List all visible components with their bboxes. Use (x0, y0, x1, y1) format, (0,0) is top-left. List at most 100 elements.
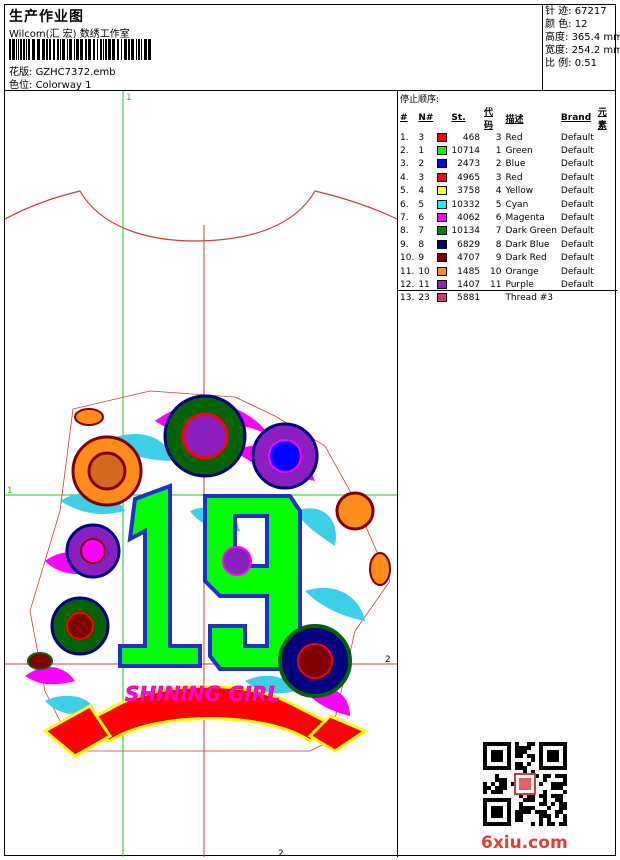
stitch-count: 4062 (457, 213, 481, 224)
color-swatch (437, 226, 448, 236)
thread-row: 11. 10 1485 10 Orange Default (398, 265, 617, 278)
color-description: Yellow (505, 186, 534, 197)
canvas-divider (397, 291, 398, 857)
color-description: Blue (505, 159, 526, 170)
needle-number: 23 (418, 293, 430, 304)
color-swatch (437, 199, 448, 209)
brand: Default (560, 279, 594, 290)
element (596, 171, 617, 184)
color-code: 1 (495, 146, 502, 157)
header-divider-vertical (542, 5, 543, 90)
color-code (482, 292, 503, 305)
color-swatch (437, 159, 448, 169)
brand: Default (560, 132, 594, 143)
thread-table: # N# St. 代码 描述 Brand 元素 1. 3 468 3 Red Defaul… (398, 105, 617, 305)
color-code: 7 (495, 226, 502, 237)
color-description: Magenta (505, 213, 545, 224)
color-swatch (437, 253, 448, 263)
row-index: 6. (400, 199, 409, 210)
needle-number: 6 (418, 213, 425, 224)
thread-row: 2. 1 10714 1 Green Default (398, 144, 617, 157)
stat-stitches: 针 迹: 67217 (545, 6, 607, 17)
color-swatch (437, 146, 448, 156)
brand (559, 292, 596, 305)
color-code: 8 (495, 239, 502, 250)
stitch-count: 10134 (451, 226, 481, 237)
color-swatch (437, 132, 448, 142)
qr-code-image (483, 742, 567, 826)
brand: Default (560, 226, 594, 237)
element (596, 252, 617, 265)
color-description: Dark Green (505, 226, 557, 237)
thread-row: 9. 8 6829 8 Dark Blue Default (398, 238, 617, 251)
row-index: 12. (400, 279, 415, 290)
stitch-count: 4707 (457, 253, 481, 264)
color-description: Dark Red (505, 253, 547, 264)
thread-row: 10. 9 4707 9 Dark Red Default (398, 252, 617, 265)
color-code: 9 (495, 253, 502, 264)
brand: Default (560, 199, 594, 210)
color-description: Cyan (505, 199, 529, 210)
element (596, 278, 617, 291)
company-name: Wilcom(汇 宏) 数绣工作室 (9, 29, 130, 40)
thread-row: 4. 3 4965 3 Red Default (398, 171, 617, 184)
element (596, 198, 617, 211)
brand: Default (560, 146, 594, 157)
barcode-image (9, 39, 151, 60)
thread-row: 6. 5 10332 5 Cyan Default (398, 198, 617, 211)
element (596, 131, 617, 144)
color-swatch (437, 172, 448, 182)
color-code: 11 (489, 279, 502, 290)
brand: Default (560, 186, 594, 197)
row-index: 11. (400, 266, 415, 277)
thread-row: 7. 6 4062 6 Magenta Default (398, 211, 617, 224)
stat-height: 高度: 365.4 mm (545, 32, 620, 43)
color-code: 5 (495, 199, 502, 210)
element (596, 158, 617, 171)
row-index: 13. (400, 293, 415, 304)
embroidery-design-canvas: 19 SHINING GIRL (5, 91, 397, 857)
color-description: Red (505, 172, 523, 183)
color-swatch (437, 293, 448, 303)
brand: Default (560, 213, 594, 224)
element (596, 265, 617, 278)
colorway-row: 色位: Colorway 1 (9, 76, 91, 91)
color-description: Purple (505, 279, 534, 290)
stop-sequence-panel: 停止顺序: # N# St. 代码 描述 Brand 元素 1. 3 468 3 Red… (397, 91, 617, 303)
needle-number: 3 (418, 172, 425, 183)
brand: Default (560, 239, 594, 250)
stitch-count: 1407 (457, 279, 481, 290)
element (596, 238, 617, 251)
color-code: 4 (495, 186, 502, 197)
color-code: 6 (495, 213, 502, 224)
row-index: 10. (400, 253, 415, 264)
needle-number: 3 (418, 132, 425, 143)
needle-number: 7 (418, 226, 425, 237)
brand: Default (560, 159, 594, 170)
guide-label-left: 1 (7, 486, 13, 496)
guide-label-bottom: 2 (278, 849, 284, 857)
guide-label-right: 2 (385, 655, 391, 665)
thread-table-header: # N# St. 代码 描述 Brand 元素 (400, 108, 607, 131)
thread-row: 12. 11 1407 11 Purple Default (398, 278, 617, 291)
row-index: 7. (400, 213, 409, 224)
color-description: Orange (505, 266, 539, 277)
stitch-count: 468 (462, 132, 481, 143)
watermark-logo: 6xiu.com (481, 833, 568, 853)
thread-row: 3. 2 2473 2 Blue Default (398, 158, 617, 171)
element (596, 144, 617, 157)
sheet-title: 生产作业图 (9, 9, 84, 25)
stitch-count: 2473 (457, 159, 481, 170)
stitch-count: 5881 (457, 293, 481, 304)
color-code: 2 (495, 159, 502, 170)
thread-row: 8. 7 10134 7 Dark Green Default (398, 225, 617, 238)
brand: Default (560, 266, 594, 277)
stop-sequence-title: 停止顺序: (400, 95, 440, 105)
thread-row: 5. 4 3758 4 Yellow Default (398, 185, 617, 198)
color-swatch (437, 186, 448, 196)
stat-width: 宽度: 254.2 mm (545, 45, 620, 56)
thread-row: 1. 3 468 3 Red Default (398, 131, 617, 144)
production-sheet: 生产作业图 Wilcom(汇 宏) 数绣工作室 花版: GZHC7372.emb… (4, 4, 620, 857)
color-description: Green (505, 146, 533, 157)
row-index: 9. (400, 239, 409, 250)
